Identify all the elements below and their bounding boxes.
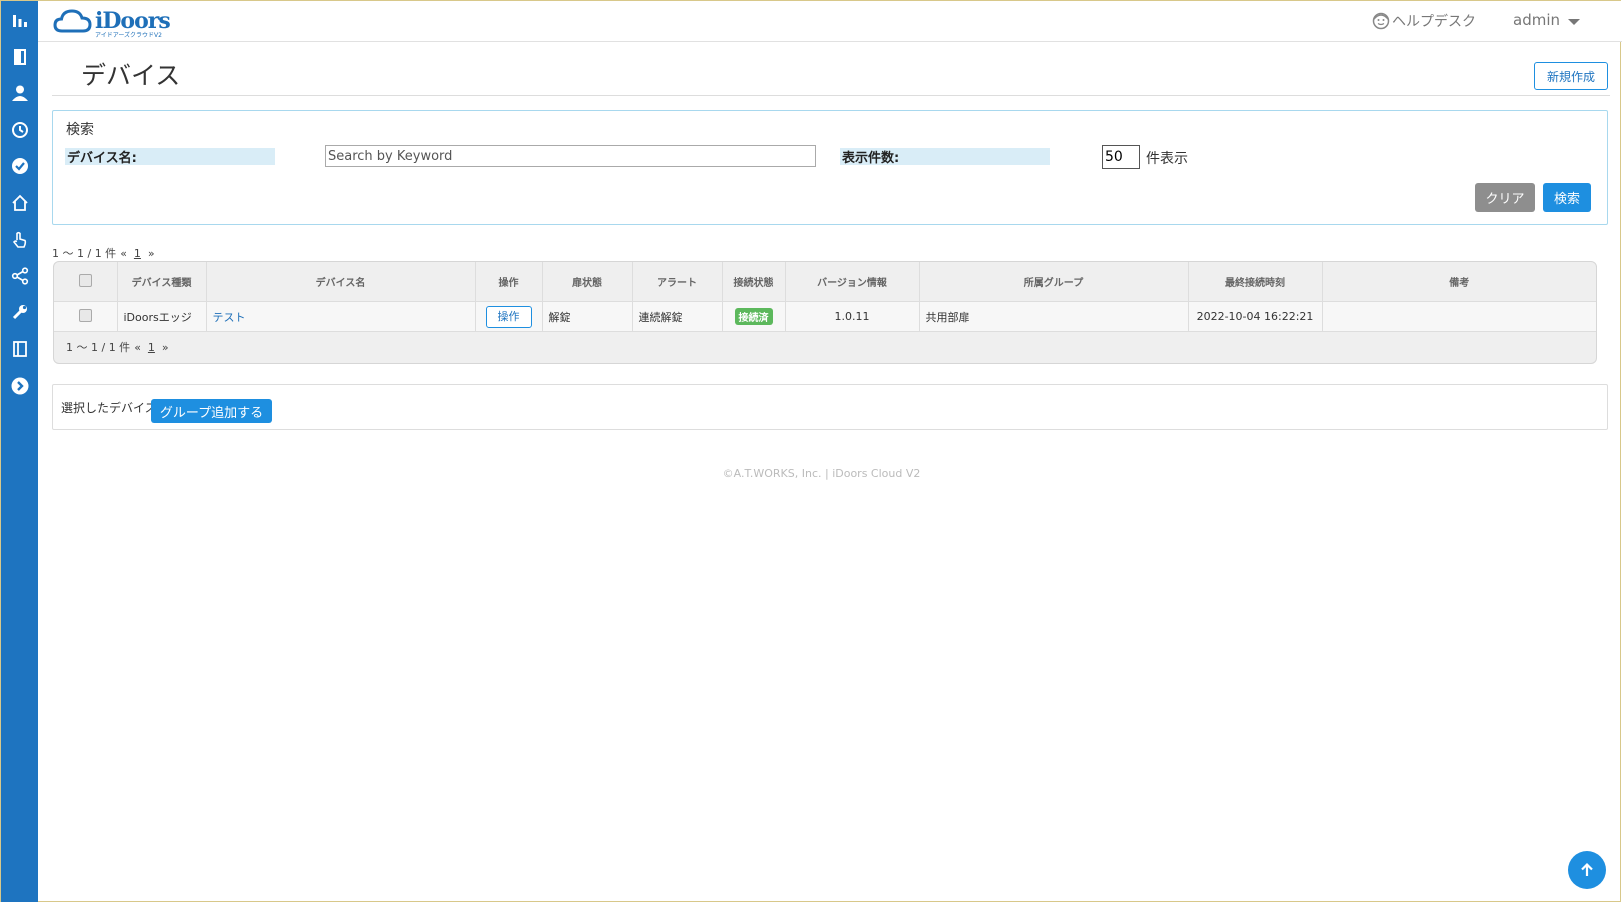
col-note[interactable]: 備考: [1322, 262, 1596, 302]
book-icon[interactable]: [1, 330, 38, 368]
cell-connection: 接続済: [722, 301, 786, 332]
clear-button[interactable]: クリア: [1475, 183, 1535, 212]
device-name-link[interactable]: テスト: [213, 311, 246, 324]
col-alert[interactable]: アラート: [632, 262, 723, 302]
display-count-suffix: 件表示: [1146, 151, 1188, 167]
clock-icon[interactable]: [1, 111, 38, 149]
cell-device-type: iDoorsエッジ: [117, 301, 207, 332]
pagination-top: 1 ～ 1 / 1 件 « 1 »: [52, 245, 155, 261]
display-count-label: 表示件数:: [840, 148, 1050, 166]
share-icon[interactable]: [1, 257, 38, 295]
hand-pointer-icon[interactable]: [1, 221, 38, 259]
user-menu[interactable]: admin: [1513, 11, 1580, 29]
cell-door-state: 解錠: [542, 301, 633, 332]
logo-subtitle: アイドアーズクラウドV2: [95, 32, 162, 39]
col-door-state[interactable]: 扉状態: [542, 262, 633, 302]
top-header: iDoors アイドアーズクラウドV2 ヘルプデスク admin: [38, 1, 1622, 42]
search-heading: 検索: [66, 122, 94, 138]
group-action-panel: 選択したデバイスへ グループ追加する: [52, 384, 1608, 430]
row-checkbox-cell[interactable]: [54, 301, 118, 332]
wrench-icon[interactable]: [1, 293, 38, 331]
cell-last-connected: 2022-10-04 16:22:21: [1188, 301, 1323, 332]
cell-alert: 連続解錠: [632, 301, 723, 332]
check-circle-icon[interactable]: [1, 147, 38, 185]
home-icon[interactable]: [1, 184, 38, 222]
support-face-icon: [1372, 12, 1390, 30]
pagination-prev-bottom[interactable]: «: [134, 341, 141, 354]
cell-version: 1.0.11: [785, 301, 920, 332]
cloud-icon: [53, 9, 92, 33]
table-row: iDoorsエッジ テスト 操作 解錠 連続解錠 接続済 1.0.11 共用部扉…: [54, 301, 1596, 332]
col-connection[interactable]: 接続状態: [722, 262, 786, 302]
pagination-summary-bottom: 1 ～ 1 / 1 件: [66, 341, 131, 354]
table-header-row: デバイス種類 デバイス名 操作 扉状態 アラート 接続状態 バージョン情報 所属…: [54, 262, 1596, 302]
cell-device-name: テスト: [206, 301, 476, 332]
door-icon[interactable]: [1, 38, 38, 76]
user-name: admin: [1513, 11, 1560, 29]
operation-button[interactable]: 操作: [485, 305, 532, 328]
col-version[interactable]: バージョン情報: [785, 262, 920, 302]
connection-status-badge: 接続済: [734, 308, 773, 325]
dashboard-icon[interactable]: [1, 1, 38, 39]
arrow-up-icon: [1581, 862, 1593, 876]
pagination-page-1-bottom[interactable]: 1: [145, 341, 158, 354]
sidebar: [1, 1, 38, 902]
pagination-summary: 1 ～ 1 / 1 件: [52, 247, 117, 260]
help-desk-label: ヘルプデスク: [1392, 14, 1476, 30]
title-divider: [52, 95, 1610, 96]
page-title: デバイス: [81, 61, 181, 90]
add-group-button[interactable]: グループ追加する: [151, 399, 272, 423]
search-button[interactable]: 検索: [1543, 183, 1591, 212]
col-last-connected[interactable]: 最終接続時刻: [1188, 262, 1323, 302]
footer-copyright: ©A.T.WORKS, Inc. | iDoors Cloud V2: [722, 467, 921, 480]
pagination-page-1[interactable]: 1: [131, 247, 144, 260]
new-button[interactable]: 新規作成: [1534, 62, 1608, 90]
cell-operation: 操作: [475, 301, 543, 332]
col-device-name[interactable]: デバイス名: [206, 262, 476, 302]
cell-group: 共用部扉: [919, 301, 1189, 332]
pagination-next-bottom[interactable]: »: [162, 341, 169, 354]
scroll-to-top-button[interactable]: [1568, 851, 1606, 889]
app-logo[interactable]: iDoors アイドアーズクラウドV2: [53, 6, 171, 39]
pagination-bottom: 1 ～ 1 / 1 件 « 1 »: [66, 339, 169, 355]
device-table-container: デバイス種類 デバイス名 操作 扉状態 アラート 接続状態 バージョン情報 所属…: [53, 261, 1597, 364]
device-name-label: デバイス名:: [65, 148, 275, 166]
col-operation: 操作: [475, 262, 543, 302]
pagination-prev[interactable]: «: [120, 247, 127, 260]
keyword-search-input[interactable]: [325, 145, 816, 167]
device-table: デバイス種類 デバイス名 操作 扉状態 アラート 接続状態 バージョン情報 所属…: [54, 262, 1596, 332]
search-panel: 検索 デバイス名: 表示件数: 件表示 クリア 検索: [52, 110, 1608, 225]
row-checkbox[interactable]: [78, 308, 92, 322]
select-all-checkbox-cell[interactable]: [54, 262, 118, 302]
user-icon[interactable]: [1, 74, 38, 112]
display-count-input[interactable]: [1102, 145, 1140, 169]
col-group[interactable]: 所属グループ: [919, 262, 1189, 302]
caret-down-icon: [1568, 18, 1580, 25]
select-all-checkbox[interactable]: [78, 273, 92, 287]
chevron-right-circle-icon[interactable]: [1, 367, 38, 405]
help-desk-link[interactable]: ヘルプデスク: [1372, 11, 1476, 31]
col-device-type[interactable]: デバイス種類: [117, 262, 207, 302]
pagination-next[interactable]: »: [148, 247, 155, 260]
cell-note: [1322, 301, 1596, 332]
